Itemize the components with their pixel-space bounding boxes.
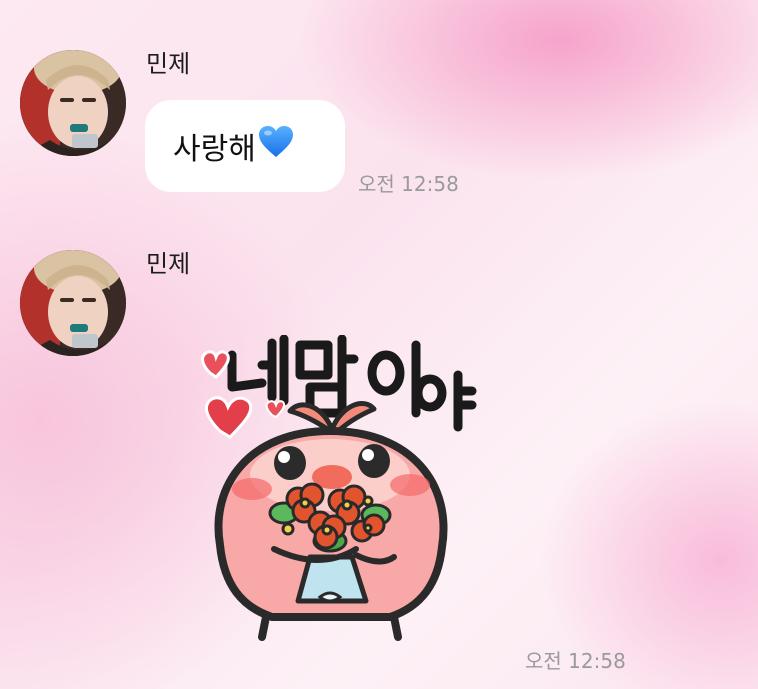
avatar[interactable] xyxy=(20,250,126,356)
profile-photo xyxy=(20,250,126,356)
sender-name: 민제 xyxy=(146,250,191,278)
message-timestamp: 오전 12:58 xyxy=(525,649,626,673)
heart-icon xyxy=(204,396,253,439)
sticker-image[interactable] xyxy=(180,334,480,655)
message-timestamp: 오전 12:58 xyxy=(358,172,459,196)
heart-icon xyxy=(265,400,286,419)
message-row: 민제 사랑해 오전 12:58 xyxy=(0,0,758,200)
message-bubble[interactable]: 사랑해 xyxy=(145,100,345,192)
avatar[interactable] xyxy=(20,50,126,156)
blue-heart-icon xyxy=(258,125,294,167)
profile-photo xyxy=(20,50,126,156)
heart-icon xyxy=(201,350,230,379)
sender-name: 민제 xyxy=(146,50,191,78)
message-text: 사랑해 xyxy=(173,132,256,167)
